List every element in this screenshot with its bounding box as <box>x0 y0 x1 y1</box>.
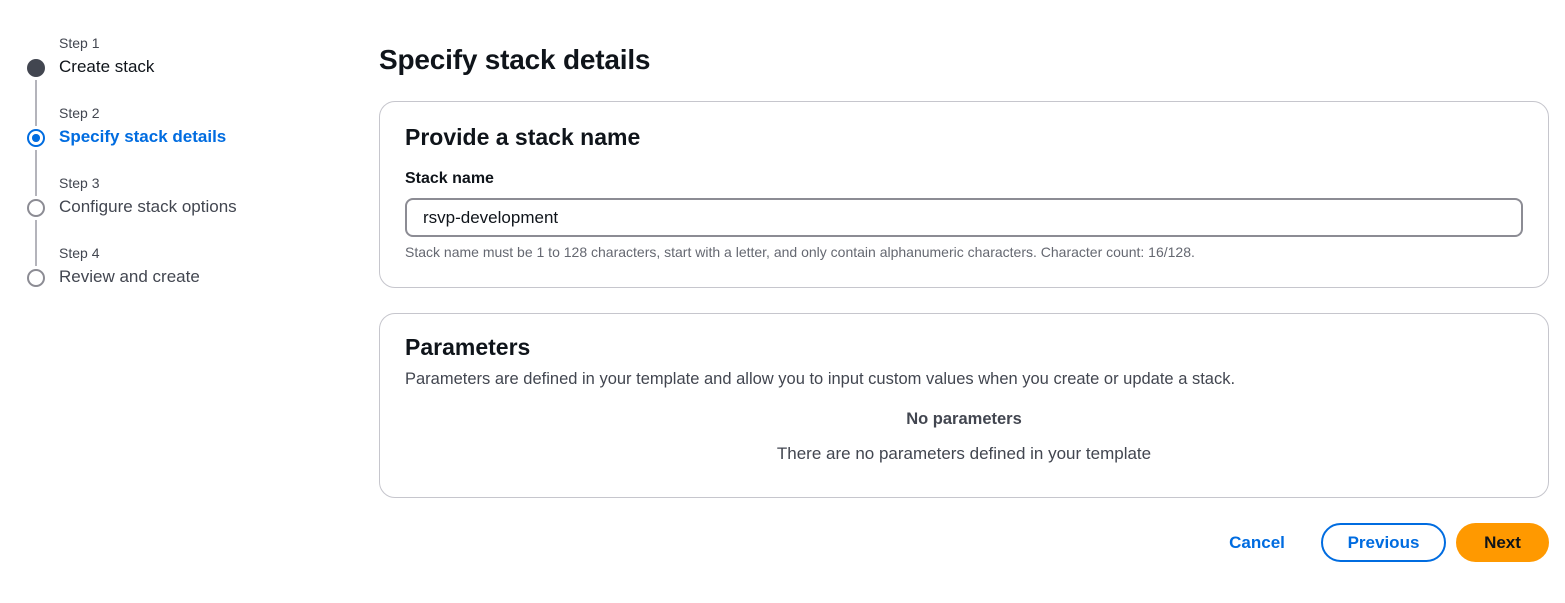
step-title: Review and create <box>59 267 200 286</box>
parameters-description: Parameters are defined in your template … <box>405 370 1236 388</box>
cancel-button[interactable]: Cancel <box>1213 523 1301 562</box>
step-pending-icon <box>27 269 45 287</box>
wizard-step-2: Step 2 Specify stack details <box>0 105 330 165</box>
wizard-step-4: Step 4 Review and create <box>0 245 330 305</box>
panel-heading: Parameters <box>405 334 531 360</box>
stack-name-input[interactable] <box>405 198 1523 237</box>
step-title[interactable]: Create stack <box>59 57 154 77</box>
step-number: Step 2 <box>59 105 100 121</box>
stack-name-label: Stack name <box>405 170 494 187</box>
step-current-icon <box>27 129 45 147</box>
stack-name-panel: Provide a stack name Stack name Stack na… <box>379 101 1549 288</box>
parameters-panel: Parameters Parameters are defined in you… <box>379 313 1549 498</box>
step-title: Specify stack details <box>59 127 227 146</box>
wizard-step-1[interactable]: Step 1 Create stack <box>0 35 330 95</box>
step-number: Step 3 <box>59 175 100 191</box>
stack-name-constraint: Stack name must be 1 to 128 characters, … <box>405 244 1195 260</box>
empty-state-description: There are no parameters defined in your … <box>776 444 1152 463</box>
empty-state-title: No parameters <box>906 410 1022 428</box>
next-button[interactable]: Next <box>1456 523 1549 562</box>
step-number: Step 4 <box>59 245 100 261</box>
previous-button[interactable]: Previous <box>1321 523 1446 562</box>
panel-heading: Provide a stack name <box>405 124 641 150</box>
step-pending-icon <box>27 199 45 217</box>
wizard-navigation: Step 1 Create stack Step 2 Specify stack… <box>0 0 340 603</box>
wizard-step-3: Step 3 Configure stack options <box>0 175 330 235</box>
page-title: Specify stack details <box>379 44 651 75</box>
step-complete-icon <box>27 59 45 77</box>
step-number: Step 1 <box>59 35 100 51</box>
step-title: Configure stack options <box>59 197 237 216</box>
